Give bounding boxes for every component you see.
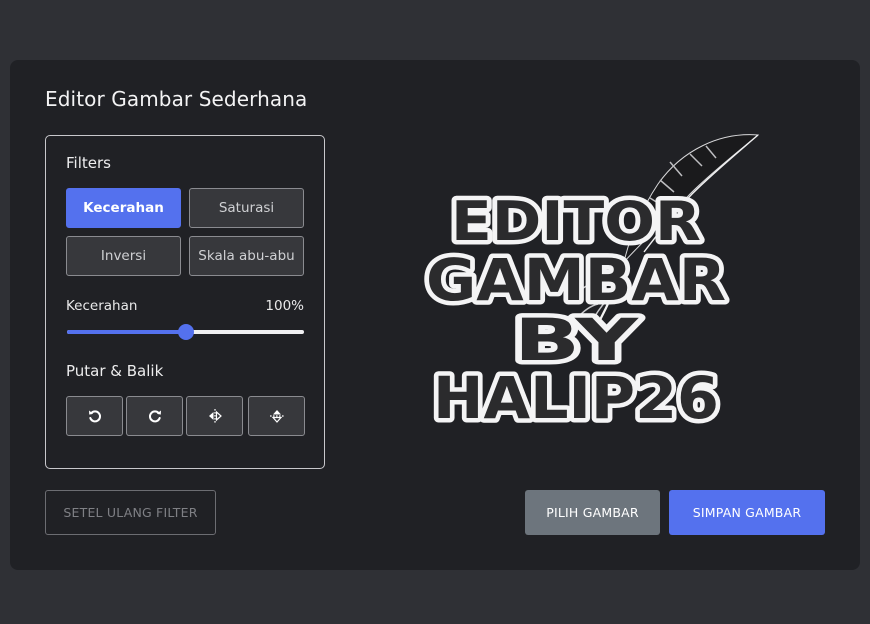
rotate-right-icon: [148, 410, 161, 423]
rotate-flip-heading: Putar & Balik: [66, 362, 164, 380]
page-title: Editor Gambar Sederhana: [45, 87, 308, 111]
controls-panel: Filters Kecerahan Saturasi Inversi Skala…: [45, 135, 325, 469]
preview-line-4: HALIP26: [433, 364, 719, 432]
flip-horizontal-icon: [208, 409, 222, 423]
preview-line-1: EDITOR: [451, 190, 701, 253]
slider-thumb[interactable]: [177, 324, 194, 340]
rotate-left-icon: [88, 410, 101, 423]
filter-inversi-button[interactable]: Inversi: [66, 236, 181, 276]
save-image-button[interactable]: SIMPAN GAMBAR: [669, 490, 825, 535]
choose-image-button[interactable]: PILIH GAMBAR: [525, 490, 660, 535]
filter-saturasi-button[interactable]: Saturasi: [189, 188, 304, 228]
slider-value: 100%: [265, 298, 304, 314]
brightness-slider[interactable]: [67, 324, 304, 340]
slider-name: Kecerahan: [66, 298, 138, 314]
flip-vertical-icon: [269, 410, 284, 423]
image-preview: EDITOR GAMBAR BY HALIP26: [420, 132, 760, 437]
filter-skala-abu-abu-button[interactable]: Skala abu-abu: [189, 236, 304, 276]
reset-filter-button[interactable]: SETEL ULANG FILTER: [45, 490, 216, 535]
rotate-right-button[interactable]: [126, 396, 183, 436]
rotate-left-button[interactable]: [66, 396, 123, 436]
preview-line-2: GAMBAR: [426, 246, 726, 314]
preview-image: EDITOR GAMBAR BY HALIP26: [422, 134, 760, 437]
editor-card: Editor Gambar Sederhana Filters Keceraha…: [10, 60, 860, 570]
preview-text: EDITOR GAMBAR BY HALIP26: [422, 186, 731, 437]
filter-kecerahan-button[interactable]: Kecerahan: [66, 188, 181, 228]
flip-horizontal-button[interactable]: [186, 396, 243, 436]
slider-fill: [67, 330, 186, 334]
flip-vertical-button[interactable]: [248, 396, 305, 436]
filters-heading: Filters: [66, 154, 111, 172]
